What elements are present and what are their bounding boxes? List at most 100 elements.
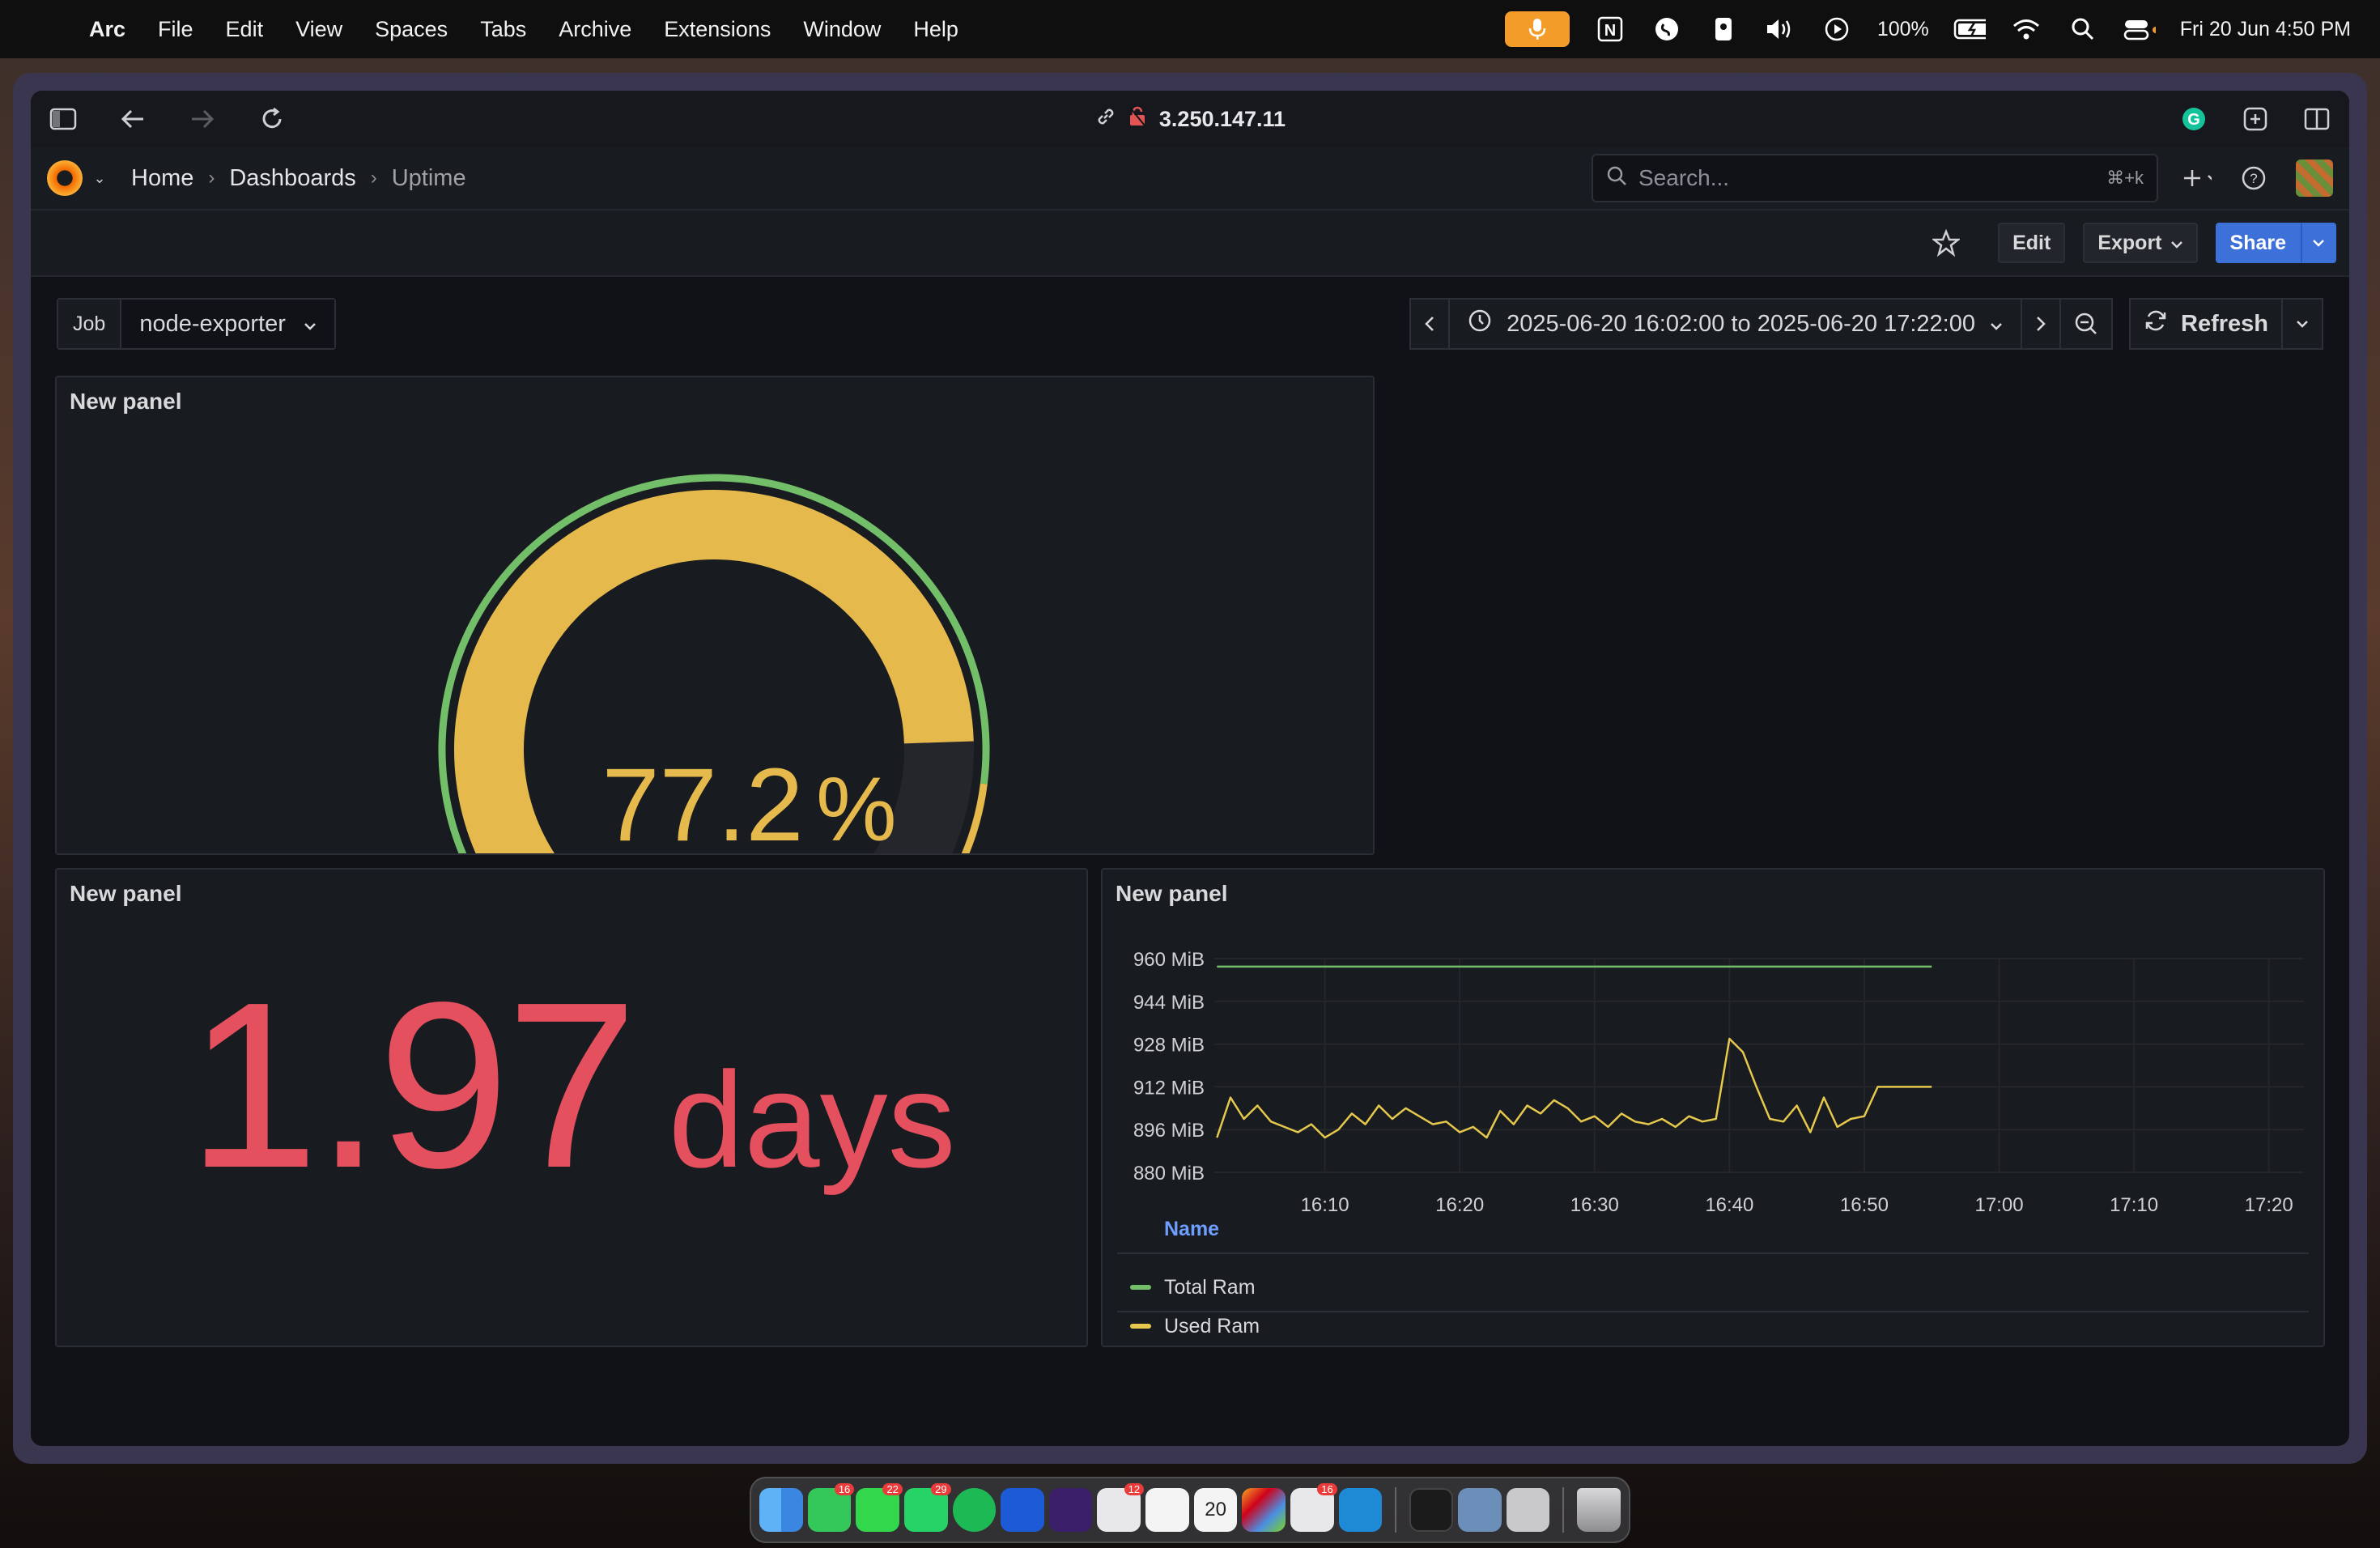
- y-tick-label: 928 MiB: [1133, 1035, 1205, 1057]
- svg-text:N: N: [1604, 22, 1616, 40]
- variable-job: Job node-exporter: [57, 298, 336, 350]
- badge: 12: [1124, 1483, 1145, 1495]
- chevron-down-icon[interactable]: ⌄: [92, 164, 107, 193]
- spotlight-search-icon[interactable]: [2067, 13, 2099, 45]
- breadcrumb-separator-icon: ›: [208, 167, 215, 189]
- breadcrumb-dashboards[interactable]: Dashboards: [229, 165, 355, 192]
- forward-arrow-icon[interactable]: [188, 104, 217, 134]
- volume-icon[interactable]: [1764, 13, 1796, 45]
- preview-window-icon[interactable]: [1457, 1488, 1502, 1532]
- menu-tabs[interactable]: Tabs: [480, 17, 526, 42]
- breadcrumb-home[interactable]: Home: [131, 165, 193, 192]
- facetime-app-icon[interactable]: 16: [807, 1483, 855, 1532]
- sidebar-toggle-icon[interactable]: [49, 104, 78, 134]
- menu-file[interactable]: File: [158, 17, 193, 42]
- grafana-logo-icon[interactable]: [47, 160, 83, 196]
- search-input[interactable]: Search... ⌘+k: [1592, 154, 2158, 202]
- back-arrow-icon[interactable]: [118, 104, 147, 134]
- export-label: Export: [2097, 231, 2162, 254]
- refresh-button[interactable]: Refresh: [2129, 298, 2283, 350]
- x-tick-label: 16:20: [1435, 1194, 1484, 1216]
- y-tick-label: 896 MiB: [1133, 1120, 1205, 1142]
- menu-app-name[interactable]: Arc: [89, 17, 125, 42]
- share-menu-chevron-icon[interactable]: [2301, 223, 2336, 263]
- gauge-value-text: 77.2: [601, 747, 803, 853]
- reload-icon[interactable]: [257, 104, 287, 134]
- menubar-clock[interactable]: Fri 20 Jun 4:50 PM: [2180, 18, 2351, 41]
- spotify-app-icon[interactable]: [952, 1488, 997, 1532]
- menu-edit[interactable]: Edit: [226, 17, 264, 42]
- variable-value: node-exporter: [139, 310, 286, 337]
- notion-icon[interactable]: N: [1594, 13, 1626, 45]
- microphone-icon[interactable]: [1504, 11, 1570, 47]
- telegram-app-icon[interactable]: 12: [1097, 1483, 1145, 1532]
- battery-icon[interactable]: [1953, 13, 1986, 45]
- slack-app-icon[interactable]: 16: [1290, 1483, 1337, 1532]
- legend-item: Used Ram: [1164, 1315, 1260, 1337]
- activity-monitor-app-icon[interactable]: [1409, 1488, 1453, 1532]
- vscode-app-icon[interactable]: [1338, 1488, 1383, 1532]
- stat-panel[interactable]: New panel 1.97 days: [55, 868, 1088, 1347]
- x-tick-label: 17:00: [1974, 1194, 2023, 1216]
- search-icon: [1606, 165, 1627, 192]
- dashboard-toolbar: Edit Export Share: [31, 211, 2349, 277]
- wifi-icon[interactable]: [2010, 13, 2042, 45]
- extension-icon[interactable]: [2241, 104, 2270, 134]
- menu-archive[interactable]: Archive: [559, 17, 631, 42]
- menu-window[interactable]: Window: [803, 17, 881, 42]
- notion-app-icon[interactable]: [1145, 1488, 1189, 1532]
- edit-button[interactable]: Edit: [1998, 223, 2066, 263]
- finder-app-icon[interactable]: [759, 1488, 803, 1532]
- timeseries-panel[interactable]: New panel 960 MiB 944 MiB 928 MiB 912 MiB 89…: [1101, 868, 2325, 1347]
- refresh-interval-chevron-icon[interactable]: [2283, 298, 2323, 350]
- now-playing-icon[interactable]: [1821, 13, 1853, 45]
- time-picker: 2025-06-20 16:02:00 to 2025-06-20 17:22:…: [1409, 298, 2113, 350]
- breadcrumb-current: Uptime: [391, 164, 466, 191]
- time-range-button[interactable]: 2025-06-20 16:02:00 to 2025-06-20 17:22:…: [1450, 298, 2022, 350]
- macos-menubar: Arc File Edit View Spaces Tabs Archive E…: [0, 0, 2380, 58]
- breadcrumb: Home › Dashboards › Uptime: [131, 165, 466, 192]
- stat-value: 1.97: [187, 953, 637, 1217]
- menu-extensions[interactable]: Extensions: [664, 17, 771, 42]
- search-shortcut: ⌘+k: [2106, 168, 2144, 188]
- gauge-panel[interactable]: New panel 77.2%: [55, 376, 1375, 855]
- badge: 16: [834, 1483, 855, 1495]
- menu-spaces[interactable]: Spaces: [375, 17, 448, 42]
- calendar-app-icon[interactable]: 20: [1193, 1488, 1238, 1532]
- export-button[interactable]: Export: [2083, 223, 2198, 263]
- menu-view[interactable]: View: [295, 17, 342, 42]
- control-center-icon[interactable]: [2123, 13, 2156, 45]
- document-window-icon[interactable]: [1506, 1488, 1550, 1532]
- star-favorite-icon[interactable]: [1932, 228, 1961, 257]
- legend-header: Name: [1164, 1218, 1219, 1240]
- y-tick-label: 960 MiB: [1133, 949, 1205, 971]
- variable-select[interactable]: node-exporter: [121, 300, 334, 348]
- add-plus-icon[interactable]: [2182, 164, 2212, 193]
- shazam-icon[interactable]: [1651, 13, 1683, 45]
- launchpad-app-icon[interactable]: [1242, 1488, 1286, 1532]
- help-icon[interactable]: ?: [2239, 164, 2268, 193]
- time-shift-forward-icon[interactable]: [2022, 298, 2061, 350]
- password-manager-icon[interactable]: [1707, 13, 1740, 45]
- grammarly-extension-icon[interactable]: G: [2179, 104, 2208, 134]
- zoom-out-icon[interactable]: [2061, 298, 2113, 350]
- whatsapp-app-icon[interactable]: 29: [903, 1483, 951, 1532]
- linear-app-icon[interactable]: [1048, 1488, 1093, 1532]
- chevron-down-icon: [304, 311, 317, 338]
- y-tick-label: 912 MiB: [1133, 1077, 1205, 1099]
- share-split-button: Share: [2215, 223, 2336, 263]
- messages-app-icon[interactable]: 22: [856, 1483, 903, 1532]
- user-avatar[interactable]: [2296, 159, 2333, 197]
- trash-icon[interactable]: [1577, 1488, 1621, 1532]
- menu-help[interactable]: Help: [913, 17, 958, 42]
- split-view-icon[interactable]: [2302, 104, 2331, 134]
- time-shift-back-icon[interactable]: [1409, 298, 1451, 350]
- gauge-unit-text: %: [816, 759, 897, 853]
- svg-text:?: ?: [2250, 171, 2257, 186]
- legend-item: Total Ram: [1164, 1276, 1256, 1299]
- refresh-picker: Refresh: [2129, 298, 2323, 350]
- reader-app-icon[interactable]: [1001, 1488, 1044, 1532]
- share-button[interactable]: Share: [2215, 223, 2301, 263]
- refresh-label: Refresh: [2181, 310, 2268, 337]
- browser-toolbar: G: [31, 91, 2349, 147]
